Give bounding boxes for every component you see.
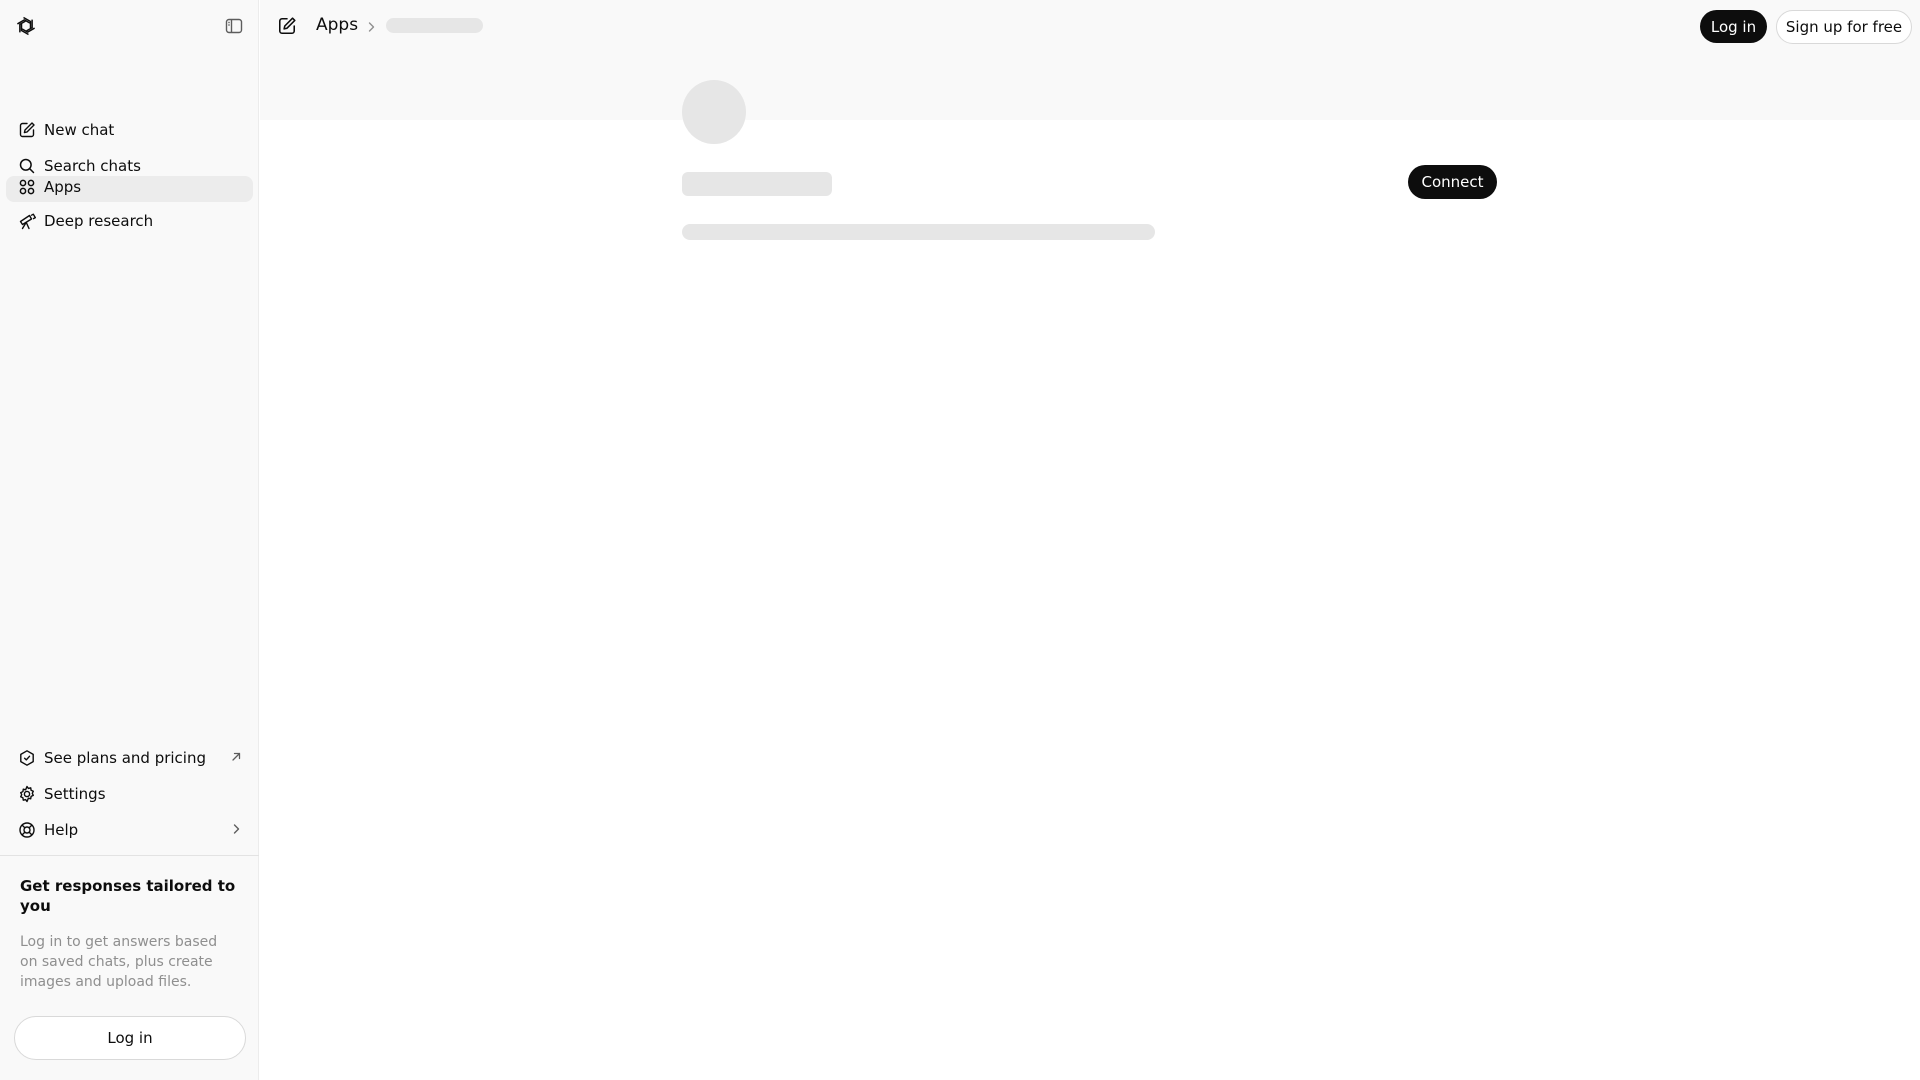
sidebar-item-label: Deep research [44, 212, 154, 230]
sidebar-item-label: Settings [44, 785, 106, 803]
sidebar-divider [0, 855, 259, 856]
external-arrow-icon [232, 752, 241, 761]
sidebar-item-plans[interactable]: See plans and pricing [6, 743, 253, 773]
edit-icon[interactable] [277, 16, 297, 36]
chevron-right-icon [233, 824, 240, 834]
telescope-icon [19, 213, 36, 230]
sidebar-item-label: Help [44, 821, 79, 839]
sidebar-item-help[interactable]: Help [6, 815, 253, 845]
sidebar-item-deep-research[interactable]: Deep research [6, 206, 253, 236]
breadcrumb-loading-skeleton [386, 18, 483, 33]
top-bar: Apps Log in Sign up for free [260, 0, 1920, 52]
sidebar-item-label: See plans and pricing [44, 749, 207, 767]
search-icon [19, 158, 35, 174]
sidebar-item-settings[interactable]: Settings [6, 779, 253, 809]
sidebar-login-button[interactable]: Log in [14, 1016, 246, 1060]
plans-icon [20, 750, 34, 766]
sidebar-item-label: Search chats [44, 157, 141, 175]
main-content: Apps Log in Sign up for free Connect [260, 0, 1920, 1080]
gear-icon [20, 785, 34, 803]
new-chat-icon [19, 122, 35, 138]
help-icon [19, 822, 35, 838]
app-title-skeleton [682, 172, 832, 196]
signup-button[interactable]: Sign up for free [1776, 10, 1912, 44]
sidebar: New chat Search chats Apps Deep research [0, 0, 259, 1080]
sidebar-toggle-icon[interactable] [224, 16, 244, 36]
sidebar-item-label: New chat [44, 121, 115, 139]
login-button[interactable]: Log in [1700, 10, 1767, 43]
app-description-skeleton [682, 224, 1155, 240]
sidebar-item-apps[interactable]: Apps [6, 176, 253, 202]
promo-title: Get responses tailored to you [20, 877, 236, 915]
app-icon-skeleton [682, 80, 746, 144]
connect-button[interactable]: Connect [1408, 165, 1497, 199]
openai-logo-icon[interactable] [14, 14, 38, 38]
chevron-right-icon [364, 19, 378, 33]
apps-icon [19, 179, 35, 195]
promo-text: Log in to get answers based on saved cha… [20, 934, 218, 990]
breadcrumb-apps[interactable]: Apps [316, 15, 358, 35]
sidebar-item-label: Apps [44, 178, 82, 196]
app-root: New chat Search chats Apps Deep research [0, 0, 1920, 1080]
sidebar-item-new-chat[interactable]: New chat [6, 115, 253, 145]
